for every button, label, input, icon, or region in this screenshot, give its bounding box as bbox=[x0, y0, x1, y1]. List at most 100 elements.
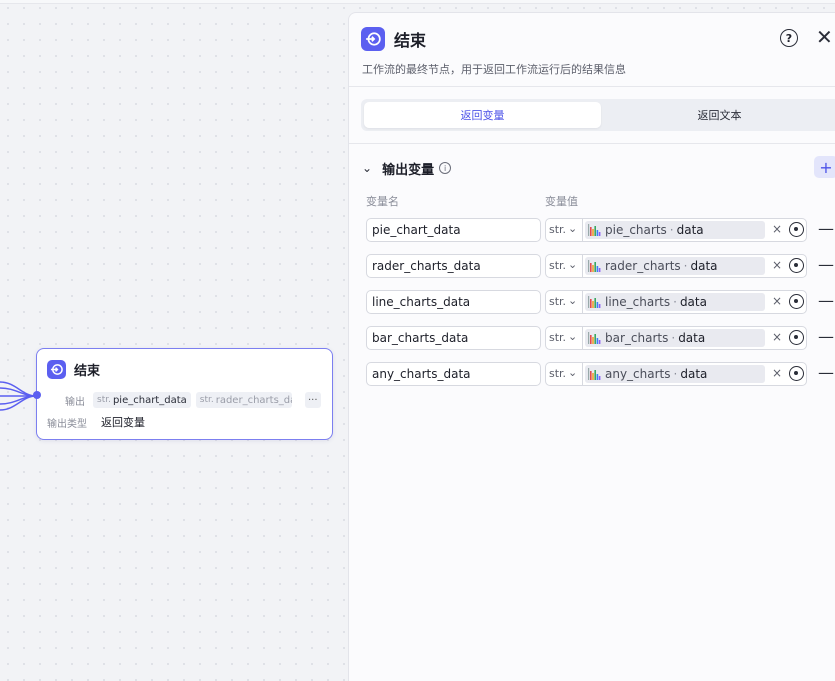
reference-key: data bbox=[678, 331, 706, 345]
variable-reference-chip: rader_charts · data bbox=[585, 257, 765, 275]
canvas-top-border bbox=[0, 0, 835, 4]
reference-node-name: pie_charts bbox=[605, 223, 667, 237]
chip-name: rader_charts_data bbox=[215, 394, 292, 406]
clear-reference-icon[interactable]: × bbox=[772, 222, 782, 236]
variable-reference-chip: pie_charts · data bbox=[585, 221, 765, 239]
reference-key: data bbox=[680, 367, 708, 381]
remove-variable-button[interactable]: — bbox=[818, 256, 834, 274]
variable-name-input[interactable]: any_charts_data bbox=[366, 362, 541, 386]
remove-variable-button[interactable]: — bbox=[818, 328, 834, 346]
reference-key: data bbox=[679, 295, 707, 309]
close-icon[interactable]: ✕ bbox=[816, 27, 833, 47]
variable-row: line_charts_data str. ⌄ line_charts · data × — bbox=[366, 290, 835, 314]
chip-type: str. bbox=[199, 395, 214, 405]
node-output-chip: str. pie_chart_data bbox=[93, 392, 191, 408]
chevron-down-icon[interactable]: ⌄ bbox=[568, 366, 577, 379]
reference-key: data bbox=[690, 259, 718, 273]
add-variable-button[interactable]: + bbox=[814, 156, 835, 178]
remove-variable-button[interactable]: — bbox=[818, 364, 834, 382]
reference-separator: · bbox=[673, 367, 678, 381]
node-output-type-value: 返回变量 bbox=[101, 416, 145, 429]
chevron-down-icon[interactable]: ⌄ bbox=[568, 222, 577, 235]
node-output-label: 输出 bbox=[65, 396, 85, 408]
variable-name-input[interactable]: line_charts_data bbox=[366, 290, 541, 314]
chevron-down-icon[interactable]: ⌄ bbox=[568, 330, 577, 343]
info-icon[interactable]: i bbox=[439, 162, 452, 174]
chart-node-icon bbox=[588, 260, 601, 272]
divider bbox=[349, 86, 835, 87]
chip-name: pie_chart_data bbox=[112, 394, 187, 406]
tab-return-text[interactable]: 返回文本 bbox=[601, 102, 835, 128]
tab-return-variables[interactable]: 返回变量 bbox=[364, 102, 601, 128]
type-select[interactable]: str. bbox=[549, 223, 566, 236]
panel-title: 结束 bbox=[394, 31, 427, 50]
chevron-down-icon[interactable]: ⌄ bbox=[568, 294, 577, 307]
end-node-icon bbox=[361, 27, 385, 51]
node-output-row: 输出 str. pie_chart_data str. rader_charts… bbox=[47, 391, 322, 409]
variable-name-input[interactable]: rader_charts_data bbox=[366, 254, 541, 278]
variable-reference-chip: any_charts · data bbox=[585, 365, 765, 383]
variable-reference-chip: line_charts · data bbox=[585, 293, 765, 311]
chip-type: str. bbox=[97, 395, 111, 405]
help-icon[interactable]: ? bbox=[780, 29, 798, 47]
chart-node-icon bbox=[588, 368, 601, 380]
output-variables-header[interactable]: ⌄ 输出变量 i bbox=[362, 158, 452, 178]
variable-value-field[interactable]: str. ⌄ rader_charts · data × bbox=[545, 254, 807, 278]
variable-value-field[interactable]: str. ⌄ bar_charts · data × bbox=[545, 326, 807, 350]
variable-picker-icon[interactable] bbox=[789, 294, 804, 309]
divider bbox=[582, 255, 583, 277]
reference-key: data bbox=[676, 223, 704, 237]
reference-node-name: rader_charts bbox=[605, 259, 681, 273]
variable-name-input[interactable]: pie_chart_data bbox=[366, 218, 541, 242]
reference-separator: · bbox=[669, 223, 674, 237]
node-output-chip: str. rader_charts_data bbox=[195, 392, 292, 408]
chart-node-icon bbox=[588, 296, 601, 308]
reference-node-name: any_charts bbox=[605, 367, 671, 381]
divider bbox=[349, 143, 835, 144]
chevron-down-icon[interactable]: ⌄ bbox=[362, 161, 372, 175]
variable-name-input[interactable]: bar_charts_data bbox=[366, 326, 541, 350]
remove-variable-button[interactable]: — bbox=[818, 292, 834, 310]
remove-variable-button[interactable]: — bbox=[818, 220, 834, 238]
clear-reference-icon[interactable]: × bbox=[772, 330, 782, 344]
chart-node-icon bbox=[588, 224, 601, 236]
chevron-down-icon[interactable]: ⌄ bbox=[568, 258, 577, 271]
end-node-card[interactable]: 结束 输出 str. pie_chart_data str. rader_cha… bbox=[33, 348, 333, 440]
type-select[interactable]: str. bbox=[549, 259, 566, 272]
type-select[interactable]: str. bbox=[549, 331, 566, 344]
variable-picker-icon[interactable] bbox=[789, 330, 804, 345]
divider bbox=[582, 219, 583, 241]
divider bbox=[582, 327, 583, 349]
variable-picker-icon[interactable] bbox=[789, 258, 804, 273]
variable-reference-chip: bar_charts · data bbox=[585, 329, 765, 347]
variable-value-field[interactable]: str. ⌄ pie_charts · data × bbox=[545, 218, 807, 242]
clear-reference-icon[interactable]: × bbox=[772, 258, 782, 272]
return-mode-tabs: 返回变量 返回文本 bbox=[361, 99, 835, 131]
node-header: 结束 bbox=[47, 359, 100, 379]
variable-picker-icon[interactable] bbox=[789, 222, 804, 237]
node-output-type-row: 输出类型 返回变量 bbox=[47, 413, 145, 431]
section-title: 输出变量 bbox=[382, 162, 435, 178]
variable-row: pie_chart_data str. ⌄ pie_charts · data × — bbox=[366, 218, 835, 242]
divider bbox=[582, 363, 583, 385]
end-node-icon bbox=[47, 359, 66, 379]
reference-separator: · bbox=[671, 331, 676, 345]
column-header-value: 变量值 bbox=[545, 195, 578, 208]
node-config-panel: 结束 ? ✕ 工作流的最终节点，用于返回工作流运行后的结果信息 返回变量 返回文… bbox=[348, 12, 835, 681]
variable-value-field[interactable]: str. ⌄ any_charts · data × bbox=[545, 362, 807, 386]
divider bbox=[582, 291, 583, 313]
type-select[interactable]: str. bbox=[549, 367, 566, 380]
clear-reference-icon[interactable]: × bbox=[772, 366, 782, 380]
type-select[interactable]: str. bbox=[549, 295, 566, 308]
reference-separator: · bbox=[673, 295, 677, 309]
node-input-port[interactable] bbox=[33, 391, 41, 399]
panel-header: 结束 bbox=[361, 27, 426, 51]
variable-row: any_charts_data str. ⌄ any_charts · data × — bbox=[366, 362, 835, 386]
variable-value-field[interactable]: str. ⌄ line_charts · data × bbox=[545, 290, 807, 314]
clear-reference-icon[interactable]: × bbox=[772, 294, 782, 308]
more-outputs-button[interactable]: ··· bbox=[304, 392, 321, 408]
reference-node-name: line_charts bbox=[605, 295, 671, 309]
chart-node-icon bbox=[588, 332, 601, 344]
panel-description: 工作流的最终节点，用于返回工作流运行后的结果信息 bbox=[362, 63, 626, 76]
variable-picker-icon[interactable] bbox=[789, 366, 804, 381]
